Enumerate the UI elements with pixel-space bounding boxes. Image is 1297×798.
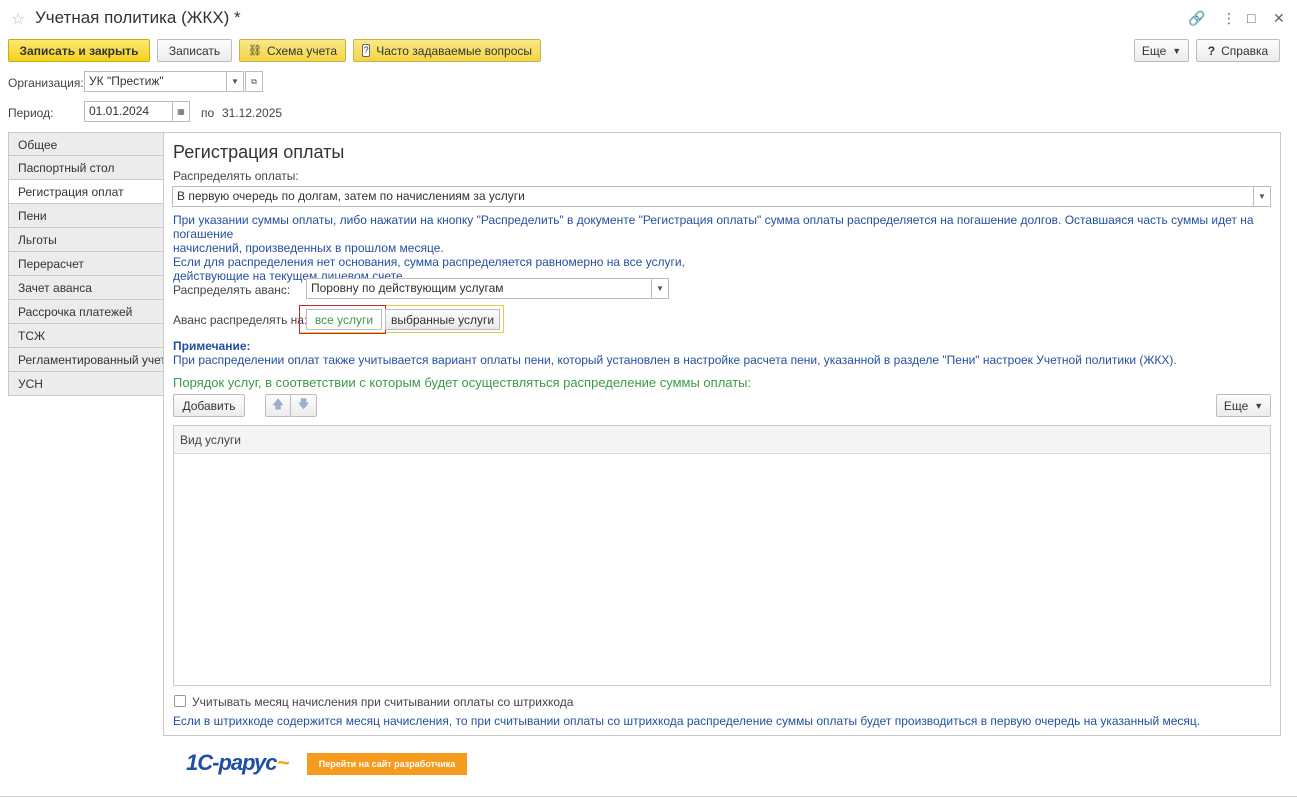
menu-dots-icon[interactable]: ⋮ [1222,10,1236,27]
services-table[interactable]: Вид услуги [173,425,1271,686]
option-selected-services[interactable]: выбранные услуги [385,309,500,330]
bottom-divider [0,796,1297,797]
link-icon[interactable]: 🔗 [1188,10,1205,27]
period-from-field[interactable]: 01.01.2024 [84,101,173,122]
question-icon: ? [362,44,371,57]
org-label: Организация: [8,76,84,90]
add-button[interactable]: Добавить [173,394,245,417]
calendar-icon[interactable]: ▦ [172,101,190,122]
table-more-button[interactable]: Еще ▼ [1216,394,1271,417]
tab-passport[interactable]: Паспортный стол [8,156,164,180]
logo-swoosh-icon: ~ [276,750,289,775]
advance-label: Распределять аванс: [173,283,291,297]
table-more-chevron-icon: ▼ [1254,400,1264,411]
move-down-icon[interactable]: 🡇 [290,394,317,417]
order-title: Порядок услуг, в соответствии с которым … [173,375,752,390]
info-line-1: При указании суммы оплаты, либо нажатии … [173,213,1254,241]
tab-usn[interactable]: УСН [8,372,164,396]
help-question-icon: ? [1207,43,1216,58]
faq-label: Часто задаваемые вопросы [376,43,532,58]
advance-on-label: Аванс распределять на: [173,313,308,327]
distribute-field[interactable]: В первую очередь по долгам, затем по нач… [172,186,1254,207]
info-text: При указании суммы оплаты, либо нажатии … [173,213,1273,283]
rarus-logo: 1С-рарус~ [186,750,289,776]
section-heading: Регистрация оплаты [173,142,345,162]
org-dropdown-icon[interactable]: ▼ [226,71,244,92]
tab-tszh[interactable]: ТСЖ [8,324,164,348]
barcode-month-label[interactable]: Учитывать месяц начисления при считывани… [192,695,573,709]
period-to-value: 31.12.2025 [222,106,283,120]
tab-regulated-accounting[interactable]: Регламентированный учет [8,348,164,372]
period-to-label: по [201,106,215,120]
distribute-label: Распределять оплаты: [173,169,299,183]
chevron-down-icon: ▼ [1172,45,1182,56]
save-button[interactable]: Записать [157,39,232,62]
maximize-icon[interactable]: □ [1247,10,1255,26]
save-and-close-button[interactable]: Записать и закрыть [8,39,150,62]
tab-payment-registration[interactable]: Регистрация оплат [8,180,164,204]
note-text: При распределении оплат также учитываетс… [173,353,1177,367]
note-title: Примечание: [173,339,251,353]
favorite-star-icon[interactable]: ☆ [11,9,25,29]
window-title: Учетная политика (ЖКХ) * [35,8,241,27]
scheme-button[interactable]: ⛓ Схема учета [239,39,346,62]
logo-text: 1С-рарус [186,750,277,775]
tab-penalties[interactable]: Пени [8,204,164,228]
tabs-list: Общее Паспортный стол Регистрация оплат … [8,132,164,396]
tab-installments[interactable]: Рассрочка платежей [8,300,164,324]
table-more-label: Еще [1223,398,1249,413]
more-label: Еще [1141,43,1167,58]
tab-benefits[interactable]: Льготы [8,228,164,252]
help-label: Справка [1221,43,1269,58]
info-line-3: Если для распределения нет основания, су… [173,255,685,269]
barcode-info-text: Если в штрихкоде содержится месяц начисл… [173,714,1201,728]
advance-field[interactable]: Поровну по действующим услугам [306,278,652,299]
org-field[interactable]: УК "Престиж" [84,71,227,92]
tab-advance-offset[interactable]: Зачет аванса [8,276,164,300]
more-button[interactable]: Еще ▼ [1134,39,1189,62]
column-service-type[interactable]: Вид услуги [174,426,1270,454]
developer-site-button[interactable]: Перейти на сайт разработчика [307,753,467,775]
scheme-icon: ⛓ [248,45,262,57]
distribute-dropdown-icon[interactable]: ▼ [1253,186,1271,207]
tab-recalculation[interactable]: Перерасчет [8,252,164,276]
tab-general[interactable]: Общее [8,132,164,156]
move-up-icon[interactable]: 🡅 [265,394,291,417]
help-button[interactable]: ? Справка [1196,39,1280,62]
advance-dropdown-icon[interactable]: ▼ [651,278,669,299]
close-icon[interactable]: ✕ [1273,10,1285,27]
option-all-services[interactable]: все услуги [306,309,382,330]
faq-button[interactable]: ? Часто задаваемые вопросы [353,39,541,62]
scheme-label: Схема учета [266,43,337,58]
period-label: Период: [8,106,54,120]
org-open-icon[interactable]: ⧉ [245,71,263,92]
info-line-2: начислений, произведенных в прошлом меся… [173,241,444,255]
barcode-month-checkbox[interactable] [174,695,186,707]
